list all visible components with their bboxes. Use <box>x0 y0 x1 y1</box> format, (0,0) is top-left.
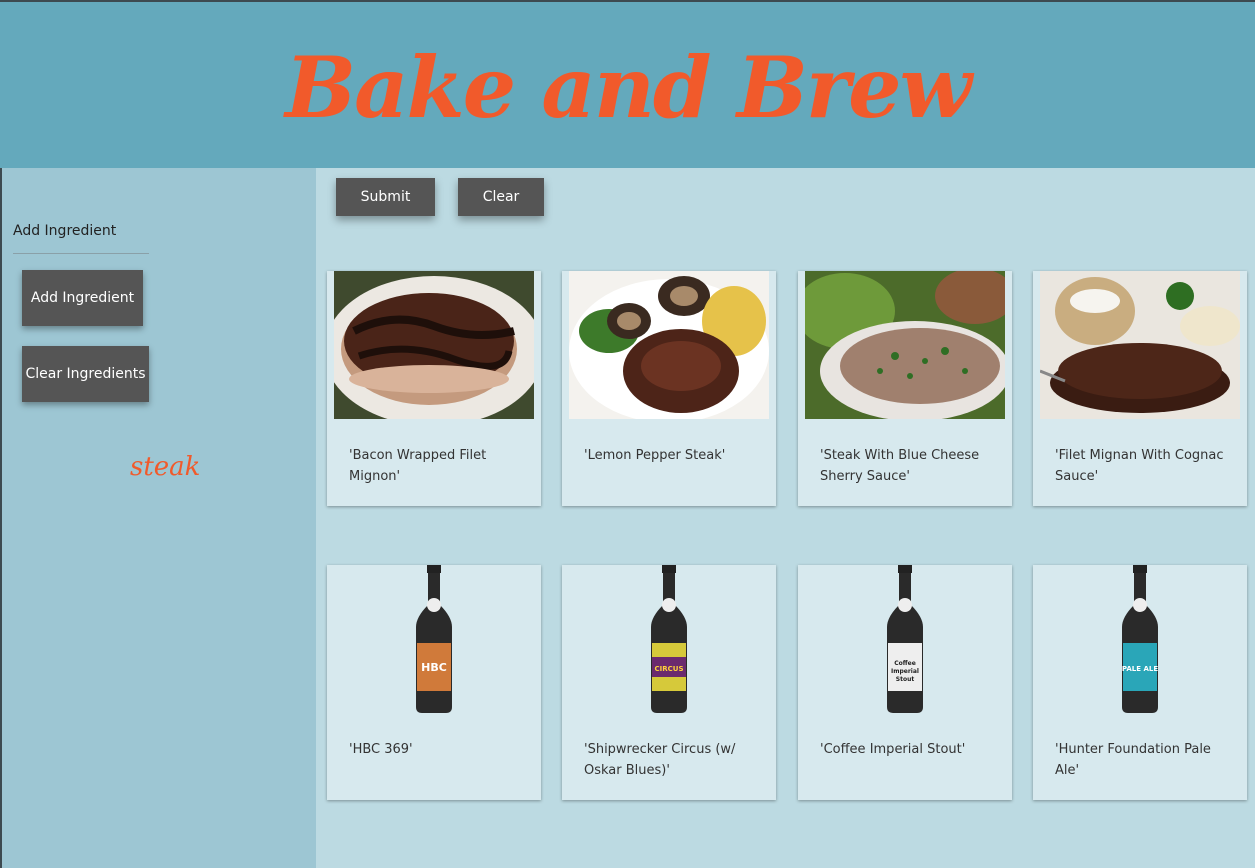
header: Bake and Brew <box>0 0 1255 168</box>
svg-text:PALE ALE: PALE ALE <box>1122 665 1158 673</box>
recipe-card[interactable]: 'Steak With Blue Cheese Sherry Sauce' <box>798 271 1012 506</box>
svg-text:CIRCUS: CIRCUS <box>655 665 684 673</box>
beer-card[interactable]: HBC 'HBC 369' <box>327 565 541 800</box>
ingredient-tag[interactable]: steak <box>130 452 200 482</box>
recipe-name: 'Bacon Wrapped Filet Mignon' <box>349 448 487 484</box>
svg-text:Imperial: Imperial <box>891 668 919 675</box>
beer-name: 'HBC 369' <box>349 742 413 757</box>
recipe-card[interactable]: 'Filet Mignan With Cognac Sauce' <box>1033 271 1247 506</box>
recipe-name: 'Filet Mignan With Cognac Sauce' <box>1055 448 1224 484</box>
clear-ingredients-button[interactable]: Clear Ingredients <box>22 346 149 402</box>
clear-button[interactable]: Clear <box>458 178 544 216</box>
beer-bottle-image: Coffee Imperial Stout <box>887 565 923 713</box>
main-content: Submit Clear 'Bacon Wrapped Filet Mignon… <box>316 168 1255 868</box>
sidebar: Add Ingredient Add Ingredient Clear Ingr… <box>0 168 316 868</box>
beer-bottle-image: PALE ALE <box>1122 565 1158 713</box>
recipe-card[interactable]: 'Lemon Pepper Steak' <box>562 271 776 506</box>
recipe-image <box>334 271 534 419</box>
submit-button[interactable]: Submit <box>336 178 435 216</box>
beer-card[interactable]: CIRCUS 'Shipwrecker Circus (w/ Oskar Blu… <box>562 565 776 800</box>
beer-card[interactable]: Coffee Imperial Stout 'Coffee Imperial S… <box>798 565 1012 800</box>
recipe-image <box>569 271 769 419</box>
beer-name: 'Shipwrecker Circus (w/ Oskar Blues)' <box>584 742 736 778</box>
divider <box>13 253 149 254</box>
recipe-image <box>1040 271 1240 419</box>
beer-bottle-image: CIRCUS <box>651 565 687 713</box>
app-title: Bake and Brew <box>285 38 972 137</box>
beer-name: 'Hunter Foundation Pale Ale' <box>1055 742 1211 778</box>
svg-text:HBC: HBC <box>421 661 447 674</box>
beer-bottle-image: HBC <box>416 565 452 713</box>
beer-name: 'Coffee Imperial Stout' <box>820 742 966 757</box>
beer-card[interactable]: PALE ALE 'Hunter Foundation Pale Ale' <box>1033 565 1247 800</box>
recipe-name: 'Lemon Pepper Steak' <box>584 448 726 463</box>
recipe-image <box>805 271 1005 419</box>
recipe-name: 'Steak With Blue Cheese Sherry Sauce' <box>820 448 980 484</box>
add-ingredient-label: Add Ingredient <box>13 223 117 239</box>
svg-text:Stout: Stout <box>896 676 915 683</box>
recipe-card[interactable]: 'Bacon Wrapped Filet Mignon' <box>327 271 541 506</box>
add-ingredient-button[interactable]: Add Ingredient <box>22 270 143 326</box>
svg-text:Coffee: Coffee <box>894 660 916 667</box>
